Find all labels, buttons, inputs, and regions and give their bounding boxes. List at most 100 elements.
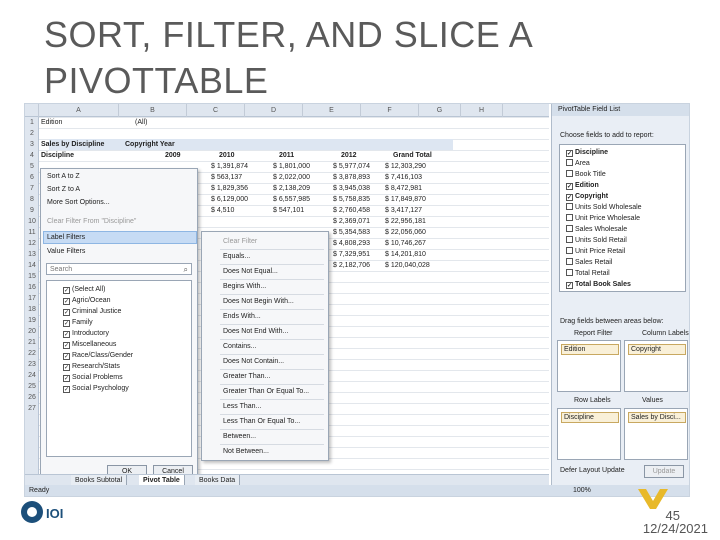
row-header[interactable]: 23	[25, 359, 39, 370]
row-header[interactable]: 24	[25, 370, 39, 381]
value-cell: $ 7,329,951	[333, 251, 370, 258]
row-header[interactable]: 26	[25, 392, 39, 403]
row-header[interactable]: 17	[25, 293, 39, 304]
row-header[interactable]: 9	[25, 205, 39, 216]
filter-checkbox-item[interactable]: ✓ Agric/Ocean	[63, 296, 111, 306]
column-header[interactable]: F	[361, 104, 419, 117]
row-header[interactable]: 12	[25, 238, 39, 249]
field-item[interactable]: Sales Wholesale	[566, 224, 627, 235]
row-header[interactable]: 5	[25, 161, 39, 172]
field-item[interactable]: ✓ Discipline	[566, 147, 608, 158]
values-area[interactable]: Sales by Disci...	[624, 408, 688, 460]
row-header[interactable]: 15	[25, 271, 39, 282]
filter-checkbox-item[interactable]: ✓ (Select All)	[63, 285, 105, 295]
filter-checkbox-item[interactable]: ✓ Social Psychology	[63, 384, 129, 394]
label-filter-option[interactable]: Begins With...	[223, 280, 266, 293]
label-filter-option[interactable]: Ends With...	[223, 310, 261, 323]
report-filter-area[interactable]: Edition	[557, 340, 621, 392]
field-item[interactable]: Unit Price Retail	[566, 246, 625, 257]
field-item[interactable]: ✓ Copyright	[566, 191, 608, 202]
filter-value[interactable]: (All)	[135, 117, 147, 128]
label-filter-option[interactable]: Does Not End With...	[223, 325, 288, 338]
field-item[interactable]: Units Sold Retail	[566, 235, 627, 246]
label-filter-option[interactable]: Less Than...	[223, 400, 261, 413]
field-item[interactable]: ✓ Total Book Sales	[566, 279, 631, 290]
row-header[interactable]: 25	[25, 381, 39, 392]
label-filter-option[interactable]: Not Between...	[223, 445, 269, 458]
row-header[interactable]: 18	[25, 304, 39, 315]
row-field-label[interactable]: Discipline	[41, 150, 74, 161]
filter-checkbox-item[interactable]: ✓ Family	[63, 318, 93, 328]
field-item[interactable]: Total Retail	[566, 268, 610, 279]
label-filter-option[interactable]: Clear Filter	[223, 235, 257, 248]
row-header[interactable]: 14	[25, 260, 39, 271]
label-filter-option[interactable]: Does Not Contain...	[223, 355, 284, 368]
filter-search-input[interactable]: Search ⌕	[46, 263, 192, 275]
filter-checkbox-item[interactable]: ✓ Criminal Justice	[63, 307, 121, 317]
field-item[interactable]: Area	[566, 158, 590, 169]
row-header[interactable]: 1	[25, 117, 39, 128]
value-cell: $ 563,137	[211, 174, 243, 181]
column-header[interactable]: E	[303, 104, 361, 117]
column-header[interactable]: B	[119, 104, 187, 117]
label-filters-item[interactable]: Label Filters	[47, 231, 85, 244]
label-filter-option[interactable]: Between...	[223, 430, 256, 443]
value-cell: $ 14,201,810	[385, 251, 426, 258]
sort-a-z-item[interactable]: Sort A to Z	[47, 170, 80, 183]
row-chip[interactable]: Discipline	[561, 412, 619, 423]
menu-separator	[220, 339, 324, 340]
field-item[interactable]: Units Sold Wholesale	[566, 202, 642, 213]
label-filter-option[interactable]: Does Not Begin With...	[223, 295, 294, 308]
update-button[interactable]: Update	[644, 465, 684, 478]
row-header[interactable]: 16	[25, 282, 39, 293]
row-header[interactable]: 11	[25, 227, 39, 238]
filter-checkbox-item[interactable]: ✓ Social Problems	[63, 373, 123, 383]
sort-z-a-item[interactable]: Sort Z to A	[47, 183, 80, 196]
value-cell: $ 2,022,000	[273, 174, 310, 181]
field-item[interactable]: ✓ Edition	[566, 180, 599, 191]
label-filter-option[interactable]: Greater Than...	[223, 370, 270, 383]
label-filter-option[interactable]: Equals...	[223, 250, 250, 263]
column-header[interactable]: G	[419, 104, 461, 117]
row-header[interactable]: 27	[25, 403, 39, 414]
column-header[interactable]: H	[461, 104, 503, 117]
row-header[interactable]: 7	[25, 183, 39, 194]
field-item[interactable]: Unit Price Wholesale	[566, 213, 640, 224]
label-filter-option[interactable]: Less Than Or Equal To...	[223, 415, 300, 428]
field-item[interactable]: Sales Retail	[566, 257, 612, 268]
field-item[interactable]: Book Title	[566, 169, 606, 180]
column-chip[interactable]: Copyright	[628, 344, 686, 355]
row-header[interactable]: 3	[25, 139, 39, 150]
filter-checkbox-item[interactable]: ✓ Research/Stats	[63, 362, 120, 372]
more-sort-options-item[interactable]: More Sort Options...	[47, 196, 110, 209]
filter-checkbox-item[interactable]: ✓ Miscellaneous	[63, 340, 116, 350]
row-header[interactable]: 21	[25, 337, 39, 348]
row-header[interactable]: 13	[25, 249, 39, 260]
column-header[interactable]: A	[39, 104, 119, 117]
row-labels-area[interactable]: Discipline	[557, 408, 621, 460]
row-header[interactable]: 19	[25, 315, 39, 326]
row-header[interactable]: 10	[25, 216, 39, 227]
row-header[interactable]: 8	[25, 194, 39, 205]
zoom-level[interactable]: 100%	[573, 485, 591, 496]
row-header[interactable]: 4	[25, 150, 39, 161]
value-filters-item[interactable]: Value Filters	[47, 245, 85, 258]
values-chip[interactable]: Sales by Disci...	[628, 412, 686, 423]
corner-cell[interactable]	[25, 104, 39, 117]
report-filter-chip[interactable]: Edition	[561, 344, 619, 355]
column-header[interactable]: C	[187, 104, 245, 117]
column-labels-area[interactable]: Copyright	[624, 340, 688, 392]
defer-layout-checkbox[interactable]: Defer Layout Update	[560, 466, 625, 476]
filter-checkbox-item[interactable]: ✓ Race/Class/Gender	[63, 351, 133, 361]
column-header[interactable]: D	[245, 104, 303, 117]
clear-filter-item[interactable]: Clear Filter From "Discipline"	[47, 215, 136, 228]
filter-checkbox-item[interactable]: ✓ Introductory	[63, 329, 109, 339]
row-header[interactable]: 6	[25, 172, 39, 183]
label-filter-option[interactable]: Does Not Equal...	[223, 265, 278, 278]
row-header[interactable]: 2	[25, 128, 39, 139]
row-header[interactable]: 20	[25, 326, 39, 337]
column-field-label[interactable]: Copyright Year	[125, 139, 175, 150]
row-header[interactable]: 22	[25, 348, 39, 359]
label-filter-option[interactable]: Contains...	[223, 340, 256, 353]
label-filter-option[interactable]: Greater Than Or Equal To...	[223, 385, 309, 398]
